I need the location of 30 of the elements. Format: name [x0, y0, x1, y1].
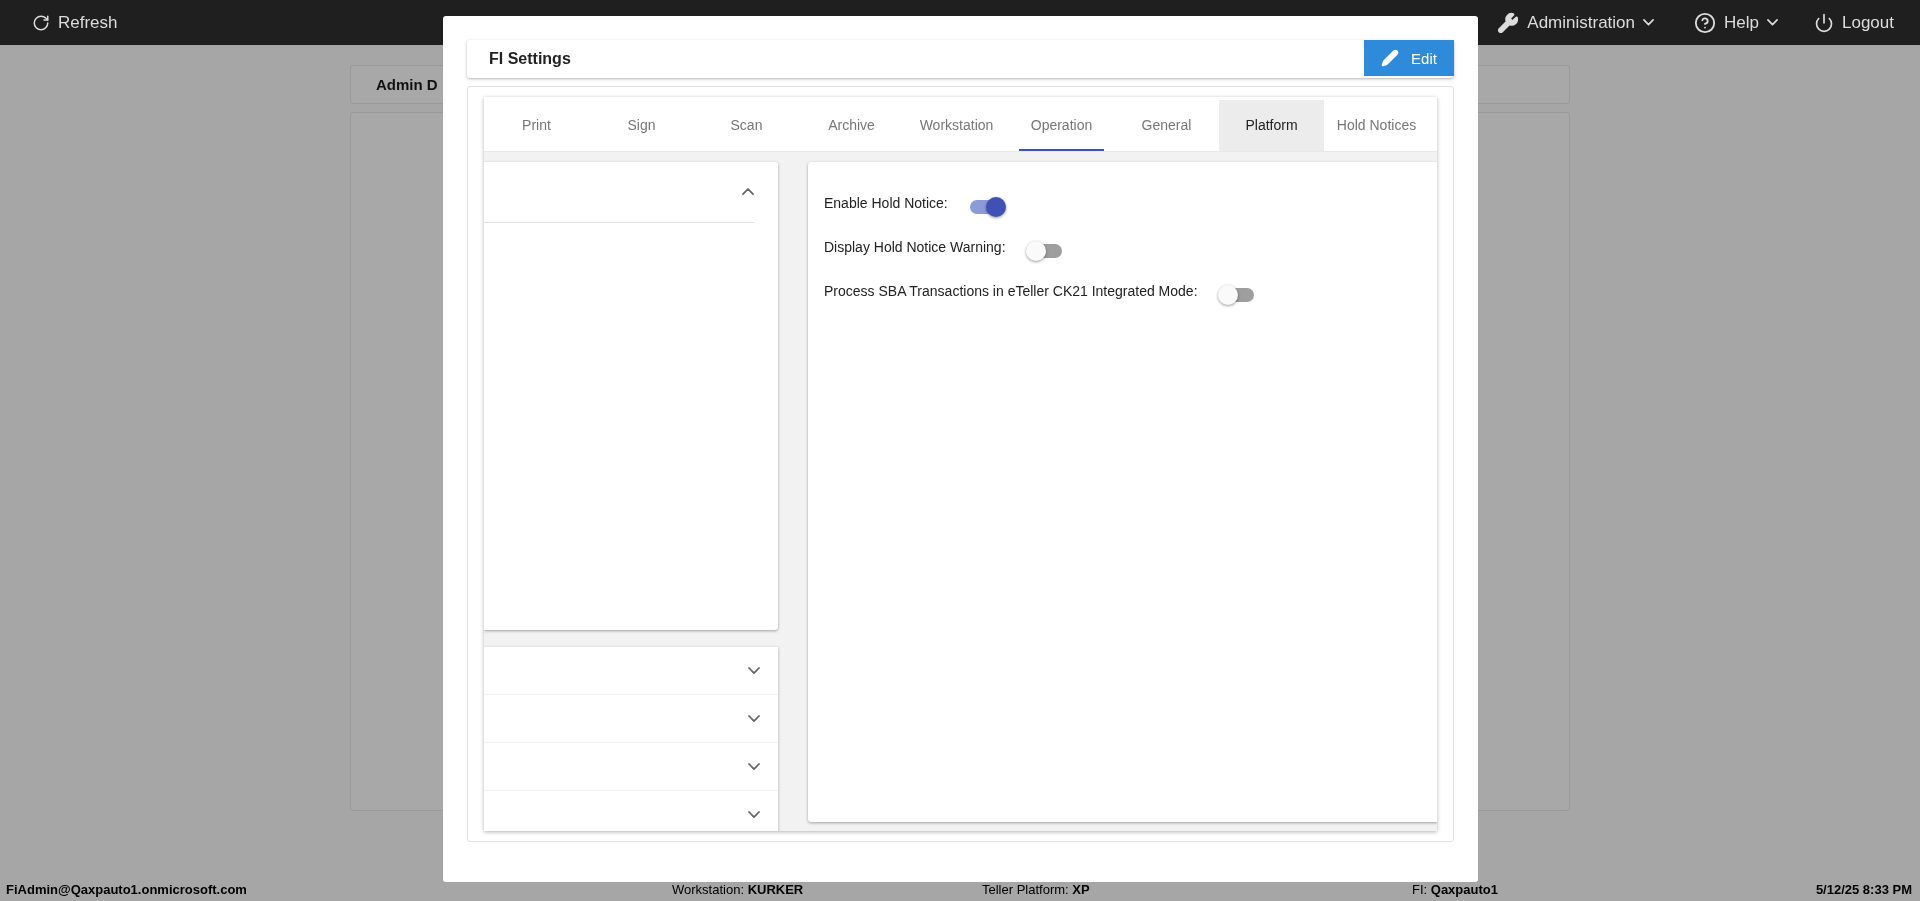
power-icon: [1814, 12, 1834, 33]
menu-button[interactable]: Help: [1694, 11, 1778, 34]
chevron-down-icon: [1767, 19, 1778, 26]
chevron-down-icon: [748, 714, 760, 723]
chevron-down-icon: [748, 666, 760, 675]
chevron-down-icon: [748, 810, 760, 819]
setting-label: Process SBA Transactions in eTeller CK21 Integrated Mode:: [824, 283, 1198, 299]
chevron-up-icon[interactable]: [742, 188, 754, 196]
fi-text: FI: Qaxpauto1: [1412, 882, 1499, 897]
chevron-down-icon: [748, 762, 760, 771]
tab[interactable]: Platform: [1219, 100, 1324, 151]
refresh-button[interactable]: Refresh: [32, 12, 118, 33]
help-icon: [1694, 11, 1717, 34]
edit-button[interactable]: Edit: [1364, 40, 1454, 76]
pencil-icon: [1381, 49, 1400, 67]
toggle-switch[interactable]: [1217, 284, 1256, 306]
platform-text: Teller Platform: XP: [982, 882, 1091, 897]
refresh-icon: [32, 13, 50, 32]
dialog-title: FI Settings: [489, 50, 571, 68]
menu-button[interactable]: Administration: [1497, 11, 1655, 34]
setting-label: Enable Hold Notice:: [824, 195, 948, 211]
wrench-icon: [1497, 11, 1520, 34]
user-name: FiAdmin@Qaxpauto1.onmicrosoft.com: [6, 882, 248, 897]
workstation-text: Workstation: KURKER: [672, 882, 805, 897]
toggle-switch[interactable]: [1025, 240, 1064, 262]
date-time: 5/12/25 8:33 PM: [1815, 882, 1912, 897]
chevron-down-icon: [1643, 19, 1655, 26]
setting-label: Display Hold Notice Warning:: [824, 239, 1006, 255]
logout-button[interactable]: Logout: [1814, 12, 1894, 33]
card-title: Admin D: [376, 76, 438, 93]
